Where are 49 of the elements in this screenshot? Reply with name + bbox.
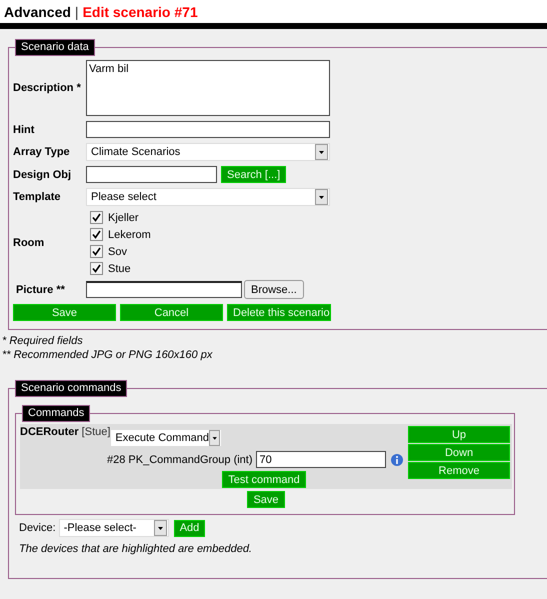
- field-label: Array Type: [13, 146, 71, 158]
- dropdown[interactable]: Please select: [86, 188, 330, 206]
- search-button[interactable]: Search [...]: [221, 166, 286, 183]
- field-label: Description *: [13, 82, 82, 94]
- footnote: * Required fields: [1, 334, 84, 348]
- footnote: ** Recommended JPG or PNG 160x160 px: [1, 348, 214, 362]
- devices-note: The devices that are highlighted are embedded.: [18, 542, 253, 556]
- description-field[interactable]: Varm bil: [86, 60, 330, 116]
- command-button[interactable]: Remove: [408, 462, 510, 479]
- title-separator: |: [74, 4, 79, 20]
- checkbox-label: Lekerom: [108, 228, 151, 240]
- form-button[interactable]: Cancel: [120, 304, 223, 321]
- parameter-label: #28 PK_CommandGroup (int): [107, 454, 253, 466]
- add-button[interactable]: Add: [174, 520, 206, 536]
- dropdown[interactable]: Execute Command: [110, 429, 222, 447]
- checkbox-label: Stue: [108, 262, 131, 274]
- info-icon[interactable]: [390, 452, 404, 466]
- command-button[interactable]: Down: [408, 444, 510, 461]
- dropdown[interactable]: -Please select-: [58, 519, 169, 537]
- field-label: Template: [13, 191, 62, 203]
- save-button[interactable]: Save: [247, 491, 285, 508]
- section-legend: Scenario data: [15, 39, 95, 56]
- command-button[interactable]: Up: [408, 426, 510, 443]
- section-legend: Scenario commands: [15, 380, 128, 397]
- device-name: DCERouter: [20, 426, 79, 438]
- checkbox-label: Kjeller: [108, 212, 139, 224]
- form-button[interactable]: Save: [13, 304, 116, 321]
- checkbox[interactable]: [90, 211, 103, 224]
- parameter-field[interactable]: 70: [256, 451, 386, 468]
- room-name: [Stue]: [82, 426, 110, 438]
- form-button[interactable]: Delete this scenario: [227, 304, 331, 321]
- field-label: Design Obj: [13, 168, 72, 180]
- checkbox[interactable]: [90, 245, 103, 258]
- field-label: Picture **: [15, 284, 66, 296]
- device-label: Device:: [19, 522, 56, 534]
- section-title: Advanced: [4, 4, 71, 20]
- checkbox[interactable]: [90, 262, 103, 275]
- dropdown[interactable]: Climate Scenarios: [86, 143, 330, 161]
- page-title: Edit scenario #71: [82, 4, 198, 20]
- hint-field[interactable]: [86, 121, 330, 138]
- checkbox[interactable]: [90, 228, 103, 241]
- checkbox-label: Sov: [108, 246, 127, 258]
- field-label: Hint: [13, 124, 36, 136]
- file-path-field[interactable]: [86, 281, 242, 298]
- design-object-field[interactable]: [86, 166, 217, 183]
- browse-button[interactable]: Browse...: [244, 280, 304, 299]
- field-label: Room: [13, 237, 46, 249]
- test-command-button[interactable]: Test command: [222, 471, 306, 488]
- commands-legend: Commands: [22, 405, 90, 422]
